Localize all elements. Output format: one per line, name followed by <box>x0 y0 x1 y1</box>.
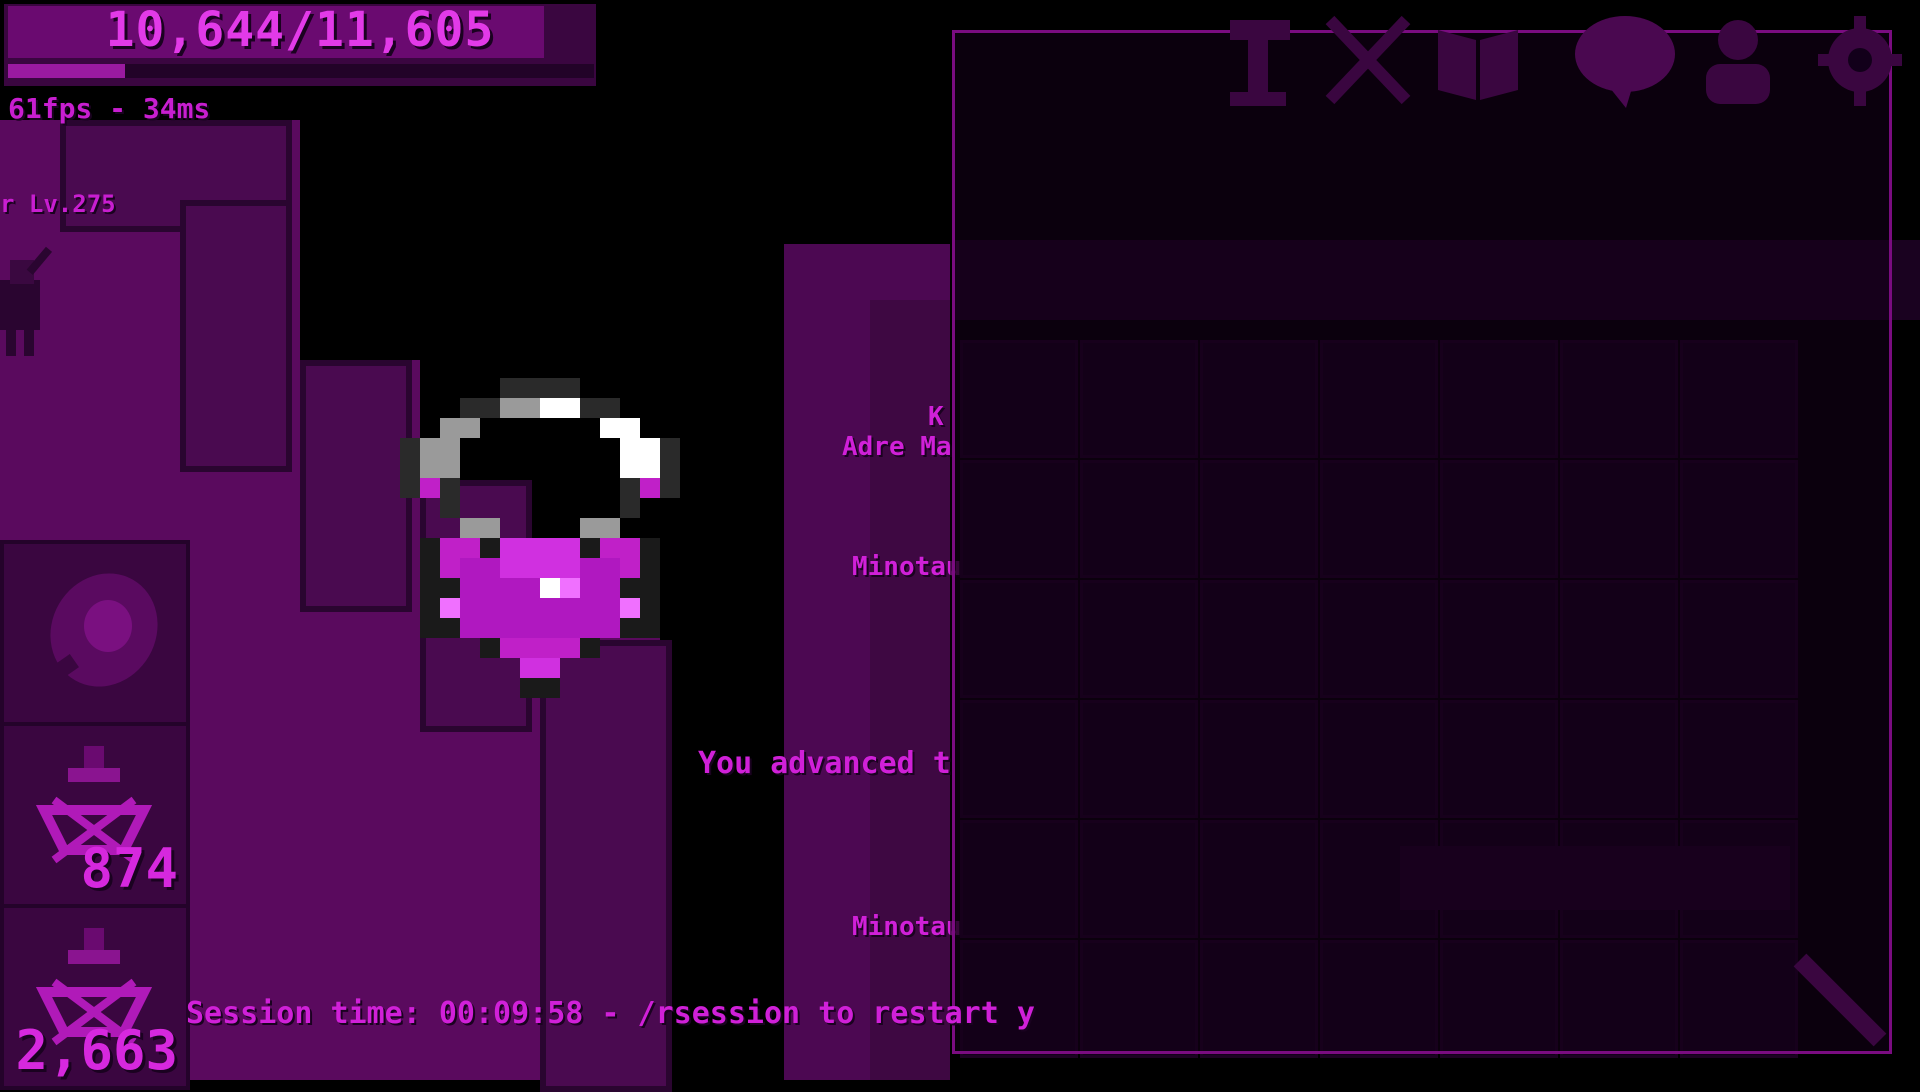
npc-label: Minotau <box>852 912 962 942</box>
meat-icon <box>37 573 158 691</box>
dungeon-wall <box>300 360 412 612</box>
book-icon[interactable] <box>1430 10 1526 110</box>
hp-text: 10,644/11,605 <box>105 2 495 58</box>
chat-icon[interactable] <box>1570 10 1680 110</box>
dungeon-wall <box>180 200 292 472</box>
ring-icon[interactable] <box>400 378 680 708</box>
slot-count: 874 <box>80 837 178 900</box>
xp-bar-fill <box>8 64 126 78</box>
player-sprite[interactable] <box>0 240 60 360</box>
quick-slot-2[interactable]: 874 <box>0 722 190 908</box>
npc-label: K <box>928 402 944 432</box>
player-nameplate: r Lv.275 <box>0 190 116 218</box>
npc-label: Adre Ma <box>842 432 952 462</box>
chat-message-session: Session time: 00:09:58 - /rsession to re… <box>186 996 1035 1031</box>
gear-icon[interactable] <box>1812 10 1908 110</box>
slot-count: 2,663 <box>15 1019 178 1082</box>
chat-message-advanced: You advanced t <box>698 746 951 781</box>
fps-counter: 61fps - 34ms <box>8 92 211 125</box>
quick-slot-3[interactable]: 2,663 <box>0 904 190 1090</box>
friends-icon[interactable] <box>1690 10 1786 110</box>
crossed-swords-icon[interactable] <box>1320 10 1416 110</box>
npc-label: Minotau <box>852 552 962 582</box>
inventory-panel[interactable] <box>952 30 1892 1054</box>
resize-handle-icon[interactable] <box>1790 950 1890 1050</box>
hammer-icon[interactable] <box>1210 10 1306 110</box>
quick-slot-1[interactable] <box>0 540 190 726</box>
